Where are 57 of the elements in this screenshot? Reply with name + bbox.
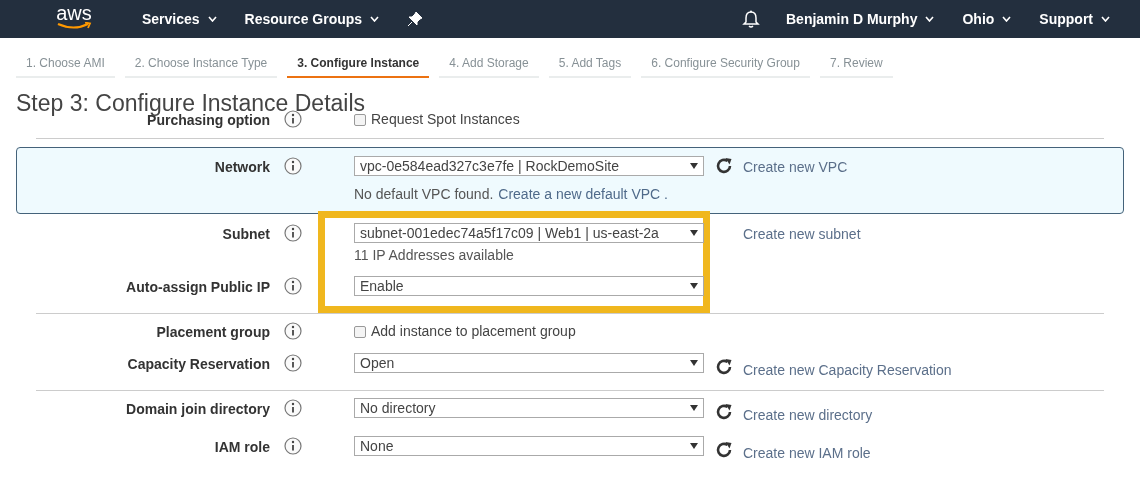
- checkbox[interactable]: [354, 325, 366, 338]
- nav-menu[interactable]: Resource Groups: [244, 8, 380, 30]
- link[interactable]: Create new directory: [743, 398, 873, 426]
- dropdown-field[interactable]: subnet-001edec74a5f17c09 | Web1 | us-east-2a: [354, 223, 704, 243]
- dropdown-arrow-icon: [690, 405, 698, 411]
- nav-menu[interactable]: Support: [1039, 8, 1110, 30]
- pin-icon[interactable]: [407, 11, 424, 27]
- checkbox-label[interactable]: Add instance to placement group: [371, 321, 576, 342]
- dropdown-arrow-icon: [690, 163, 698, 169]
- field-label: Domain join directory: [125, 400, 270, 419]
- dropdown-arrow-icon: [690, 283, 698, 289]
- field-label: IAM role: [213, 438, 270, 457]
- dropdown-arrow-icon: [690, 230, 698, 236]
- checkbox[interactable]: [354, 113, 366, 126]
- link[interactable]: Create new Capacity Reservation: [743, 353, 952, 381]
- caret-icon: [1002, 16, 1012, 22]
- caret-icon: [1101, 16, 1110, 22]
- info-icon[interactable]: [284, 354, 302, 372]
- caret-icon: [925, 16, 935, 22]
- field-label: Auto-assign Public IP: [125, 278, 270, 297]
- info-icon[interactable]: [284, 399, 302, 417]
- link[interactable]: Create new subnet: [743, 223, 861, 245]
- nav-menu[interactable]: Services: [142, 8, 217, 30]
- dropdown-field[interactable]: Open: [354, 353, 704, 373]
- nav-menu[interactable]: Ohio: [962, 8, 1012, 30]
- field-label: Subnet: [221, 225, 270, 244]
- dropdown-arrow-icon: [690, 443, 698, 449]
- info-icon[interactable]: [284, 437, 302, 455]
- info-icon[interactable]: [284, 277, 302, 295]
- dropdown-arrow-icon: [690, 360, 698, 366]
- checkbox-label[interactable]: Request Spot Instances: [371, 109, 520, 130]
- dropdown-field[interactable]: None: [354, 436, 704, 456]
- link[interactable]: Create a new default VPC .: [498, 184, 668, 205]
- nav-menu[interactable]: Benjamin D Murphy: [786, 8, 935, 30]
- caret-icon: [207, 16, 217, 22]
- dropdown-field[interactable]: No directory: [354, 398, 704, 418]
- step-tab[interactable]: 3. Configure Instance: [287, 50, 430, 78]
- refresh-icon[interactable]: [714, 156, 734, 176]
- dropdown-field[interactable]: vpc-0e584ead327c3e7fe | RockDemoSite: [354, 156, 704, 176]
- link[interactable]: Create new VPC: [743, 156, 848, 178]
- field-label: Capacity Reservation: [126, 355, 270, 374]
- refresh-icon[interactable]: [714, 357, 734, 377]
- helper-text: No default VPC found.: [354, 185, 494, 204]
- field-label: Placement group: [155, 323, 270, 342]
- refresh-icon[interactable]: [714, 440, 734, 460]
- info-icon[interactable]: [284, 110, 302, 128]
- helper-text: 11 IP Addresses available: [354, 246, 514, 265]
- refresh-icon[interactable]: [714, 402, 734, 422]
- link[interactable]: Create new IAM role: [743, 436, 871, 464]
- notification-bell-icon[interactable]: [742, 9, 760, 29]
- info-icon[interactable]: [284, 322, 302, 340]
- aws-logo[interactable]: aws: [56, 8, 92, 30]
- dropdown-field[interactable]: Enable: [354, 276, 704, 296]
- info-icon[interactable]: [284, 157, 302, 175]
- caret-icon: [370, 16, 380, 22]
- info-icon[interactable]: [284, 224, 302, 242]
- field-label: Network: [213, 158, 270, 177]
